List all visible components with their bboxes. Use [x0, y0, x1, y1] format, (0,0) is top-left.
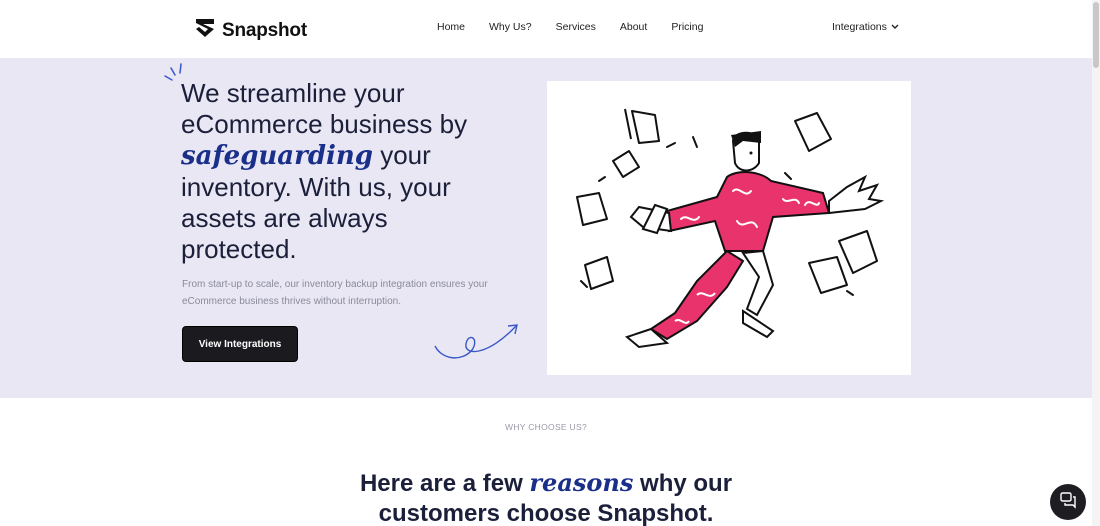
hero-title: We streamline your eCommerce business by… [181, 78, 521, 265]
chevron-down-icon [891, 21, 899, 33]
hero-title-line3: your [372, 140, 431, 170]
hero-title-line5: assets are always [181, 203, 388, 233]
view-integrations-button[interactable]: View Integrations [182, 326, 298, 362]
squiggle-arrow-icon [432, 320, 522, 369]
chat-bubbles-icon [1059, 491, 1077, 514]
nav-item-why-us[interactable]: Why Us? [489, 21, 532, 33]
hero-title-line4: inventory. With us, your [181, 172, 451, 202]
why-title-line2: customers choose Snapshot. [378, 500, 714, 526]
why-choose-us-title: Here are a few reasons why our customers… [0, 468, 1092, 526]
brand-logo[interactable]: Snapshot [194, 17, 307, 44]
snapshot-shield-logo-icon [194, 17, 216, 44]
why-title-accent: reasons [529, 468, 634, 497]
integrations-label: Integrations [832, 21, 887, 33]
nav-item-about[interactable]: About [620, 21, 647, 33]
hero-section: We streamline your eCommerce business by… [0, 58, 1092, 398]
hero-title-line1: We streamline your [181, 78, 405, 108]
hero-subtitle: From start-up to scale, our inventory ba… [182, 279, 488, 307]
brand-name: Snapshot [222, 19, 307, 41]
why-title-post: why our [633, 470, 733, 497]
page-scrollbar[interactable] [1092, 0, 1100, 526]
nav-item-pricing[interactable]: Pricing [671, 21, 703, 33]
integrations-dropdown[interactable]: Integrations [832, 21, 899, 33]
chat-launcher-button[interactable] [1050, 484, 1086, 520]
why-title-pre: Here are a few [359, 470, 530, 497]
hero-illustration [547, 81, 911, 375]
scrollbar-thumb[interactable] [1093, 2, 1099, 68]
why-choose-us-label: WHY CHOOSE US? [505, 422, 587, 432]
hero-title-line2: eCommerce business by [181, 109, 468, 139]
nav-item-home[interactable]: Home [437, 21, 465, 33]
site-header: Snapshot Home Why Us? Services About Pri… [0, 0, 1100, 58]
hero-title-line6: protected. [181, 234, 297, 264]
hero-title-accent: safeguarding [181, 141, 373, 171]
main-nav: Home Why Us? Services About Pricing [437, 21, 727, 33]
nav-item-services[interactable]: Services [556, 21, 596, 33]
